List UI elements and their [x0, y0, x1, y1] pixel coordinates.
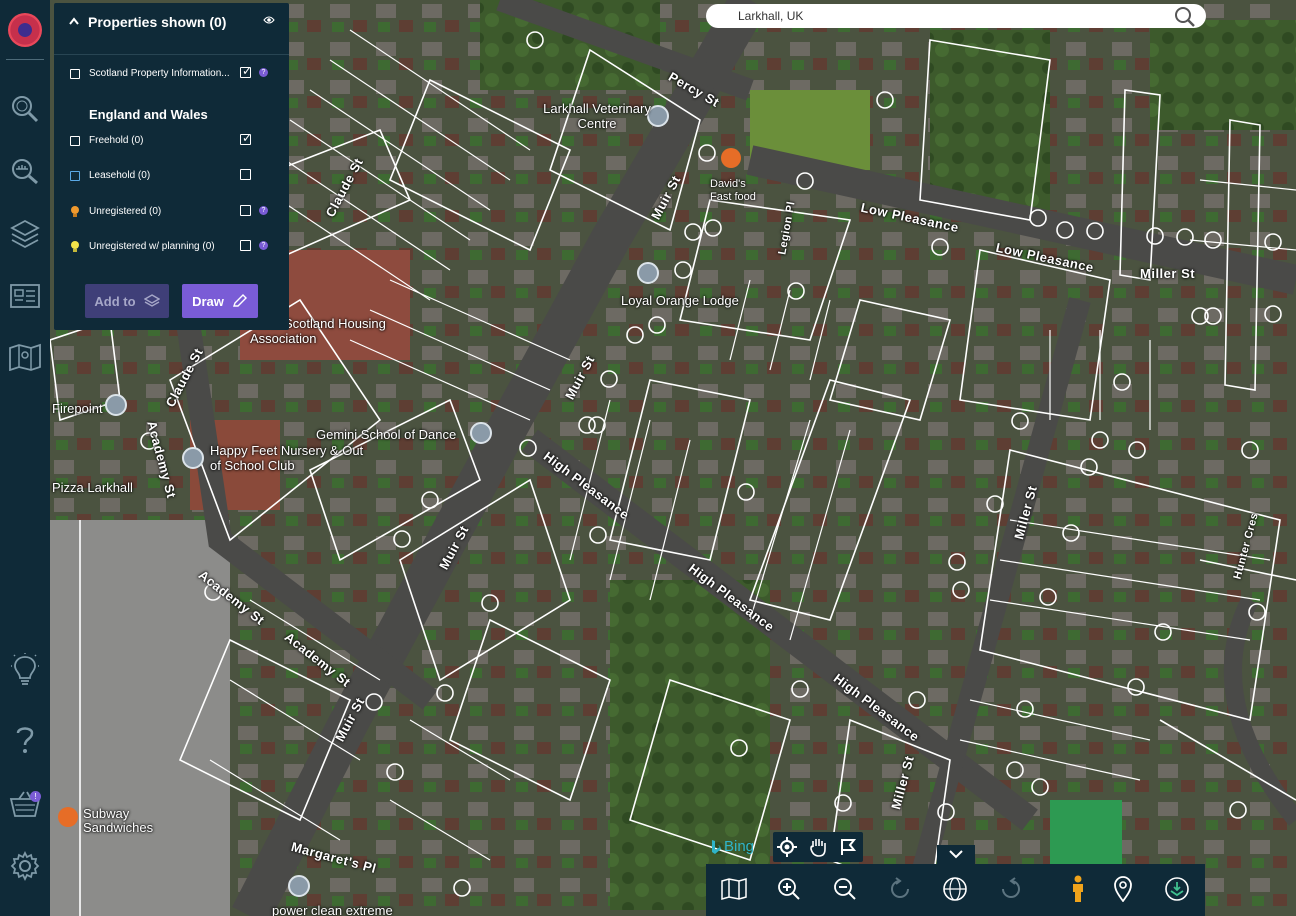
location-pin-icon[interactable]: [1108, 874, 1138, 904]
freehold-checkbox[interactable]: [70, 136, 80, 146]
draw-label: Draw: [192, 293, 224, 309]
lightbulb-icon[interactable]: [5, 650, 45, 690]
rail-divider: [6, 59, 44, 60]
rotate-left-icon[interactable]: [885, 874, 915, 904]
map-book-icon[interactable]: [5, 337, 45, 377]
leasehold-label: Leasehold (0): [89, 170, 151, 181]
scotland-layer-row[interactable]: Scotland Property Information... ✓ ?: [70, 65, 280, 83]
map-layers-icon[interactable]: [1162, 874, 1192, 904]
bing-attribution: Bing: [710, 838, 754, 855]
panel-header[interactable]: Properties shown (0): [54, 3, 289, 45]
panel-title: Properties shown (0): [88, 14, 227, 30]
search-icon[interactable]: [5, 89, 45, 129]
bing-label: Bing: [724, 838, 755, 855]
poi-label: Happy Feet Nursery & Out of School Club: [210, 443, 364, 473]
leasehold-row[interactable]: Leasehold (0): [70, 169, 280, 185]
poi-label: Loyal Orange Lodge: [621, 293, 739, 308]
pan-hand-icon[interactable]: [807, 836, 829, 858]
map-mini-toolbar: [773, 832, 863, 862]
rotate-right-icon[interactable]: [996, 874, 1026, 904]
locate-me-icon[interactable]: [776, 836, 798, 858]
street-view-person-icon[interactable]: [1063, 874, 1093, 904]
freehold-label: Freehold (0): [89, 135, 144, 146]
properties-panel: Properties shown (0) Scotland Property I…: [54, 3, 289, 330]
freehold-visible-checkbox[interactable]: ✓: [240, 132, 252, 145]
layers-icon: [143, 294, 160, 307]
search-icon[interactable]: [1174, 6, 1196, 28]
layers-3d-icon[interactable]: [5, 214, 45, 254]
unregistered-label: Unregistered (0): [89, 206, 162, 217]
freehold-row[interactable]: Freehold (0) ✓: [70, 132, 280, 150]
map-toolbar: [706, 864, 1205, 916]
scotland-checkbox[interactable]: [70, 69, 80, 79]
scotland-label: Scotland Property Information...: [89, 68, 230, 79]
section-title: England and Wales: [89, 107, 208, 122]
leasehold-visible-checkbox[interactable]: [240, 169, 251, 180]
location-search-bar[interactable]: Larkhall, UK: [706, 4, 1206, 28]
poi-label: power clean extreme: [272, 903, 393, 916]
3d-globe-icon[interactable]: [940, 874, 970, 904]
map-book-icon[interactable]: [719, 874, 749, 904]
app-logo[interactable]: [8, 13, 42, 47]
basket-icon[interactable]: [5, 784, 45, 824]
street-label: Miller St: [1140, 266, 1196, 281]
help-icon[interactable]: [5, 720, 45, 760]
unregistered-planning-label: Unregistered w/ planning (0): [89, 241, 215, 252]
add-to-button[interactable]: Add to: [85, 284, 169, 318]
scotland-help-icon[interactable]: ?: [259, 68, 268, 77]
unregistered-planning-row[interactable]: Unregistered w/ planning (0) ?: [70, 240, 280, 256]
chevron-up-icon[interactable]: [69, 17, 79, 25]
zoom-out-icon[interactable]: [830, 874, 860, 904]
eye-icon[interactable]: [263, 16, 275, 24]
search-input[interactable]: Larkhall, UK: [738, 9, 803, 23]
panel-divider: [54, 54, 289, 55]
unregistered-visible-checkbox[interactable]: [240, 205, 251, 216]
draw-button[interactable]: Draw: [182, 284, 258, 318]
orange-bulb-icon: [71, 206, 79, 217]
flag-icon[interactable]: [837, 836, 859, 858]
toolbar-collapse-tab[interactable]: [937, 845, 975, 864]
unregistered-planning-help-icon[interactable]: ?: [259, 241, 268, 250]
zoom-in-icon[interactable]: [774, 874, 804, 904]
poi-label: Subway Sandwiches: [83, 806, 154, 835]
unregistered-help-icon[interactable]: ?: [259, 206, 268, 215]
poi-label: David's Fast food: [710, 178, 756, 203]
settings-icon[interactable]: [5, 846, 45, 886]
leasehold-checkbox[interactable]: [70, 171, 80, 181]
scotland-visible-checkbox[interactable]: ✓: [240, 65, 252, 78]
bing-logo-icon: [712, 839, 721, 854]
pencil-icon: [232, 294, 247, 307]
poi-label: Gemini School of Dance: [316, 427, 457, 442]
unregistered-row[interactable]: Unregistered (0) ?: [70, 205, 280, 221]
measure-icon[interactable]: [5, 150, 45, 190]
yellow-bulb-icon: [71, 241, 79, 252]
poi-label: Larkhall Veterinary Centre: [543, 101, 651, 131]
poi-label: Pizza Larkhall: [52, 480, 133, 495]
poi-label: Firepoint: [52, 401, 103, 416]
add-to-label: Add to: [94, 293, 136, 309]
unregistered-planning-visible-checkbox[interactable]: [240, 240, 251, 251]
basket-badge: !: [30, 791, 41, 802]
chevron-down-icon[interactable]: [937, 845, 975, 864]
id-card-icon[interactable]: [5, 276, 45, 316]
left-rail: !: [0, 0, 50, 916]
